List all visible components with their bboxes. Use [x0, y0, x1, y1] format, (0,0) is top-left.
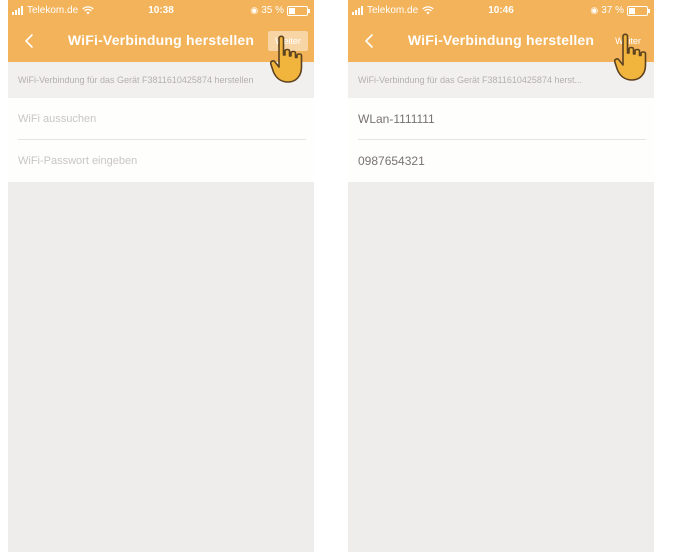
battery-indicator: ◉ 35 %	[250, 5, 310, 16]
status-bar: Telekom.de 10:46 ◉ 37 %	[348, 0, 654, 22]
device-info-text: WiFi-Verbindung für das Gerät F381161042…	[348, 62, 654, 98]
wifi-form	[8, 98, 314, 182]
battery-indicator: ◉ 37 %	[590, 5, 650, 16]
alarm-icon: ◉	[250, 5, 259, 15]
wifi-form	[348, 98, 654, 182]
wifi-password-field[interactable]	[18, 140, 306, 181]
wifi-password-field[interactable]	[358, 140, 646, 181]
wifi-select-field[interactable]	[18, 98, 306, 140]
navigation-bar: WiFi-Verbindung herstellen Weiter	[8, 24, 314, 58]
device-info-text: WiFi-Verbindung für das Gerät F381161042…	[8, 62, 314, 98]
phone-screen-empty: Telekom.de 10:38 ◉ 35 % WiFi-Verbindung …	[8, 0, 314, 552]
next-button[interactable]: Weiter	[606, 31, 650, 51]
header-bar: Telekom.de 10:38 ◉ 35 % WiFi-Verbindung …	[8, 0, 314, 62]
alarm-icon: ◉	[590, 5, 599, 15]
battery-icon	[287, 5, 310, 16]
battery-percent: 37 %	[601, 5, 624, 16]
wifi-select-field[interactable]	[358, 98, 646, 140]
status-bar: Telekom.de 10:38 ◉ 35 %	[8, 0, 314, 22]
battery-percent: 35 %	[261, 5, 284, 16]
next-button[interactable]: Weiter	[268, 31, 308, 51]
battery-icon	[627, 5, 650, 16]
phone-screen-filled: Telekom.de 10:46 ◉ 37 % WiFi-Verbindung …	[348, 0, 654, 552]
header-bar: Telekom.de 10:46 ◉ 37 % WiFi-Verbindung …	[348, 0, 654, 62]
navigation-bar: WiFi-Verbindung herstellen Weiter	[348, 24, 654, 58]
